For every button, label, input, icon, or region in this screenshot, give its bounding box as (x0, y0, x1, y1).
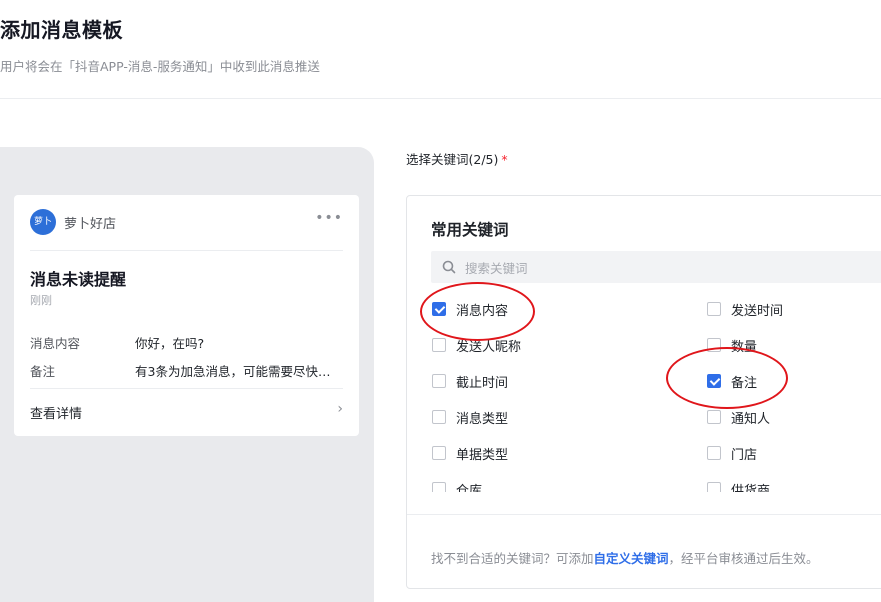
keyword-label: 消息内容 (456, 304, 509, 319)
footer-suffix: ，经平台审核通过后生效。 (668, 551, 819, 566)
message-preview-card: 萝卜 萝卜好店 ••• 消息未读提醒 刚刚 消息内容 你好，在吗? 备注 有3条… (14, 195, 359, 436)
keyword-label: 供货商 (731, 484, 771, 492)
keyword-label: 仓库 (456, 484, 483, 492)
keyword-panel: 常用关键词 消息内容 发送时间发送人昵称 数量截止时间 备注消息类型 通知人单据类型 门店… (406, 195, 881, 589)
card-divider (30, 388, 343, 389)
field-value: 你好，在吗? (135, 336, 205, 351)
footer-tip: 找不到合适的关键词？可添加自定义关键词，经平台审核通过后生效。 (431, 548, 819, 567)
avatar: 萝卜 (30, 209, 56, 235)
keyword-label: 数量 (731, 340, 758, 355)
keyword-label: 备注 (731, 376, 758, 391)
field-label: 备注 (30, 364, 56, 379)
message-title: 消息未读提醒 (30, 270, 127, 289)
keyword-list: 消息内容 发送时间发送人昵称 数量截止时间 备注消息类型 通知人单据类型 门店仓库 供货商 (431, 294, 881, 492)
card-divider (30, 250, 343, 251)
header-divider (0, 98, 881, 99)
keyword-checkbox[interactable] (432, 374, 446, 388)
keyword-checkbox[interactable] (432, 302, 446, 316)
message-time: 刚刚 (30, 294, 52, 307)
search-box[interactable] (431, 251, 881, 285)
page-title: 添加消息模板 (0, 18, 123, 42)
keyword-checkbox[interactable] (707, 338, 721, 352)
keyword-checkbox[interactable] (432, 482, 446, 492)
keyword-checkbox[interactable] (432, 410, 446, 424)
search-icon (442, 260, 456, 274)
more-icon[interactable]: ••• (315, 210, 343, 226)
custom-keyword-link[interactable]: 自定义关键词 (594, 551, 669, 566)
search-input[interactable] (463, 251, 881, 285)
field-value: 有3条为加急消息，可能需要尽快处理 (135, 364, 340, 379)
keyword-label: 发送时间 (731, 304, 784, 319)
keyword-checkbox[interactable] (707, 410, 721, 424)
card-header: 萝卜 萝卜好店 ••• (30, 208, 343, 236)
keyword-label: 门店 (731, 448, 758, 463)
field-label: 消息内容 (30, 336, 81, 351)
keyword-checkbox[interactable] (432, 338, 446, 352)
view-details-link[interactable]: 查看详情 (30, 403, 82, 422)
footer-prefix: 找不到合适的关键词？可添加 (431, 551, 594, 566)
chevron-right-icon[interactable]: › (337, 401, 343, 417)
keyword-label: 消息类型 (456, 412, 509, 427)
keyword-label: 单据类型 (456, 448, 509, 463)
keyword-section-label: 选择关键词(2/5) (406, 152, 499, 167)
keyword-checkbox[interactable] (707, 302, 721, 316)
shop-name: 萝卜好店 (64, 217, 117, 232)
panel-divider (407, 514, 881, 515)
keyword-label: 发送人昵称 (456, 340, 522, 355)
panel-title: 常用关键词 (431, 221, 509, 239)
keyword-checkbox[interactable] (707, 446, 721, 460)
keyword-label: 截止时间 (456, 376, 509, 391)
required-mark: * (501, 152, 508, 167)
keyword-checkbox[interactable] (707, 482, 721, 492)
keyword-section-title: 选择关键词(2/5) * (406, 149, 508, 168)
keyword-checkbox[interactable] (707, 374, 721, 388)
page: 添加消息模板 用户将会在「抖音APP-消息-服务通知」中收到此消息推送 萝卜 萝… (0, 0, 881, 602)
keyword-label: 通知人 (731, 412, 771, 427)
page-subtitle: 用户将会在「抖音APP-消息-服务通知」中收到此消息推送 (0, 59, 320, 74)
keyword-checkbox[interactable] (432, 446, 446, 460)
